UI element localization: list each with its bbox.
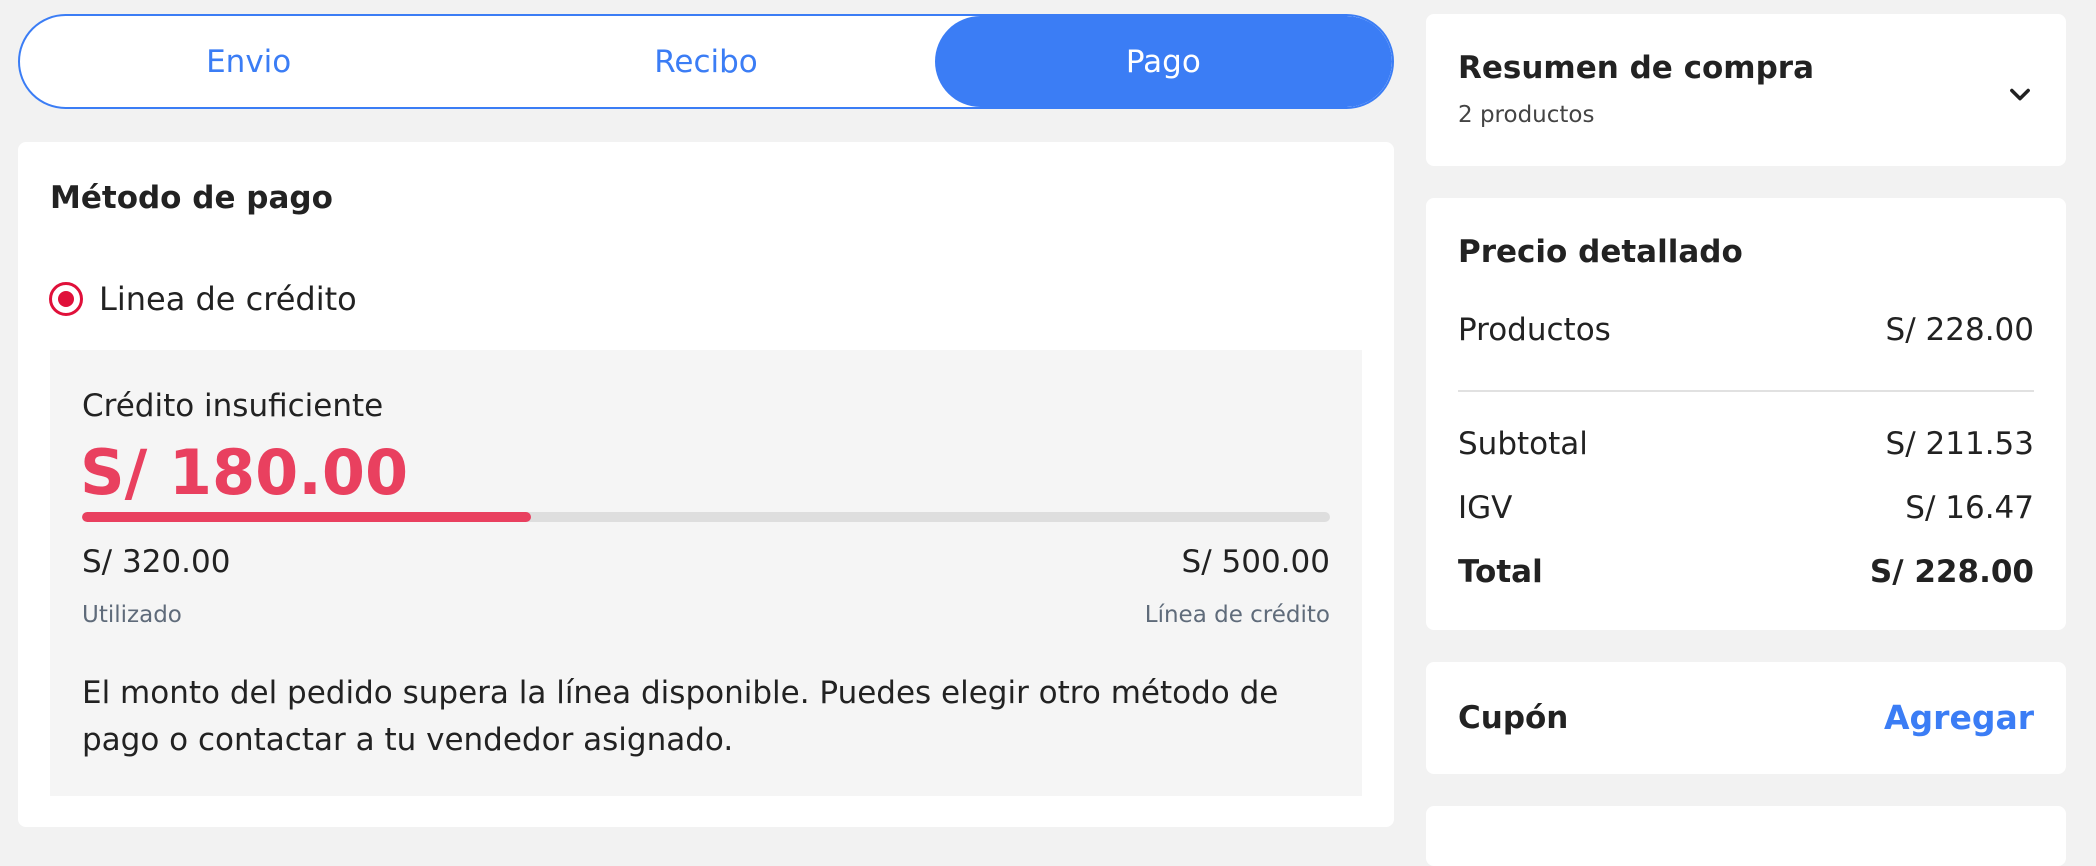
subtotal-value: S/ 211.53 xyxy=(1885,426,2034,462)
credit-used-value: S/ 320.00 xyxy=(82,544,231,580)
purchase-summary-count: 2 productos xyxy=(1458,102,1595,128)
credit-limit-value: S/ 500.00 xyxy=(1181,544,1330,580)
credit-status-panel: Crédito insuficiente S/ 180.00 S/ 320.00… xyxy=(50,350,1362,796)
price-row-subtotal: Subtotal S/ 211.53 xyxy=(1458,426,2034,462)
price-row-products: Productos S/ 228.00 xyxy=(1458,312,2034,348)
payment-method-title: Método de pago xyxy=(50,180,333,216)
credit-usage-bar xyxy=(82,512,1330,522)
checkout-stepper: Envio Recibo Pago xyxy=(18,14,1394,109)
credit-limit-label: Línea de crédito xyxy=(1144,602,1330,628)
total-label: Total xyxy=(1458,554,1543,590)
price-row-total: Total S/ 228.00 xyxy=(1458,554,2034,590)
coupon-card: Cupón Agregar xyxy=(1426,662,2066,774)
total-value: S/ 228.00 xyxy=(1869,554,2034,590)
purchase-summary-title: Resumen de compra xyxy=(1458,50,1814,86)
add-coupon-link[interactable]: Agregar xyxy=(1884,698,2034,737)
step-pago[interactable]: Pago xyxy=(934,16,1392,107)
coupon-title: Cupón xyxy=(1458,700,1569,736)
credit-warning-message: El monto del pedido supera la línea disp… xyxy=(82,675,1279,758)
purchase-summary-card[interactable]: Resumen de compra 2 productos xyxy=(1426,14,2066,166)
credit-usage-fill xyxy=(82,512,532,522)
radio-selected-dot xyxy=(58,291,74,307)
price-detail-title: Precio detallado xyxy=(1458,234,1743,270)
step-envio[interactable]: Envio xyxy=(20,16,477,107)
chevron-down-icon[interactable] xyxy=(2006,80,2034,108)
credit-available-amount: S/ 180.00 xyxy=(80,436,409,509)
price-divider xyxy=(1458,390,2034,392)
subtotal-label: Subtotal xyxy=(1458,426,1588,462)
step-recibo[interactable]: Recibo xyxy=(477,16,934,107)
credit-line-label: Linea de crédito xyxy=(99,280,357,318)
payment-method-card: Método de pago Linea de crédito Crédito … xyxy=(18,142,1394,827)
credit-status-caption: Crédito insuficiente xyxy=(82,388,384,424)
price-detail-card: Precio detallado Productos S/ 228.00 Sub… xyxy=(1426,198,2066,630)
credit-used-label: Utilizado xyxy=(82,602,182,628)
products-value: S/ 228.00 xyxy=(1885,312,2034,348)
products-label: Productos xyxy=(1458,312,1611,348)
price-row-igv: IGV S/ 16.47 xyxy=(1458,490,2034,526)
credit-line-option[interactable]: Linea de crédito xyxy=(49,280,357,318)
credit-line-radio[interactable] xyxy=(49,282,83,316)
igv-value: S/ 16.47 xyxy=(1905,490,2034,526)
igv-label: IGV xyxy=(1458,490,1513,526)
next-card xyxy=(1426,806,2066,866)
